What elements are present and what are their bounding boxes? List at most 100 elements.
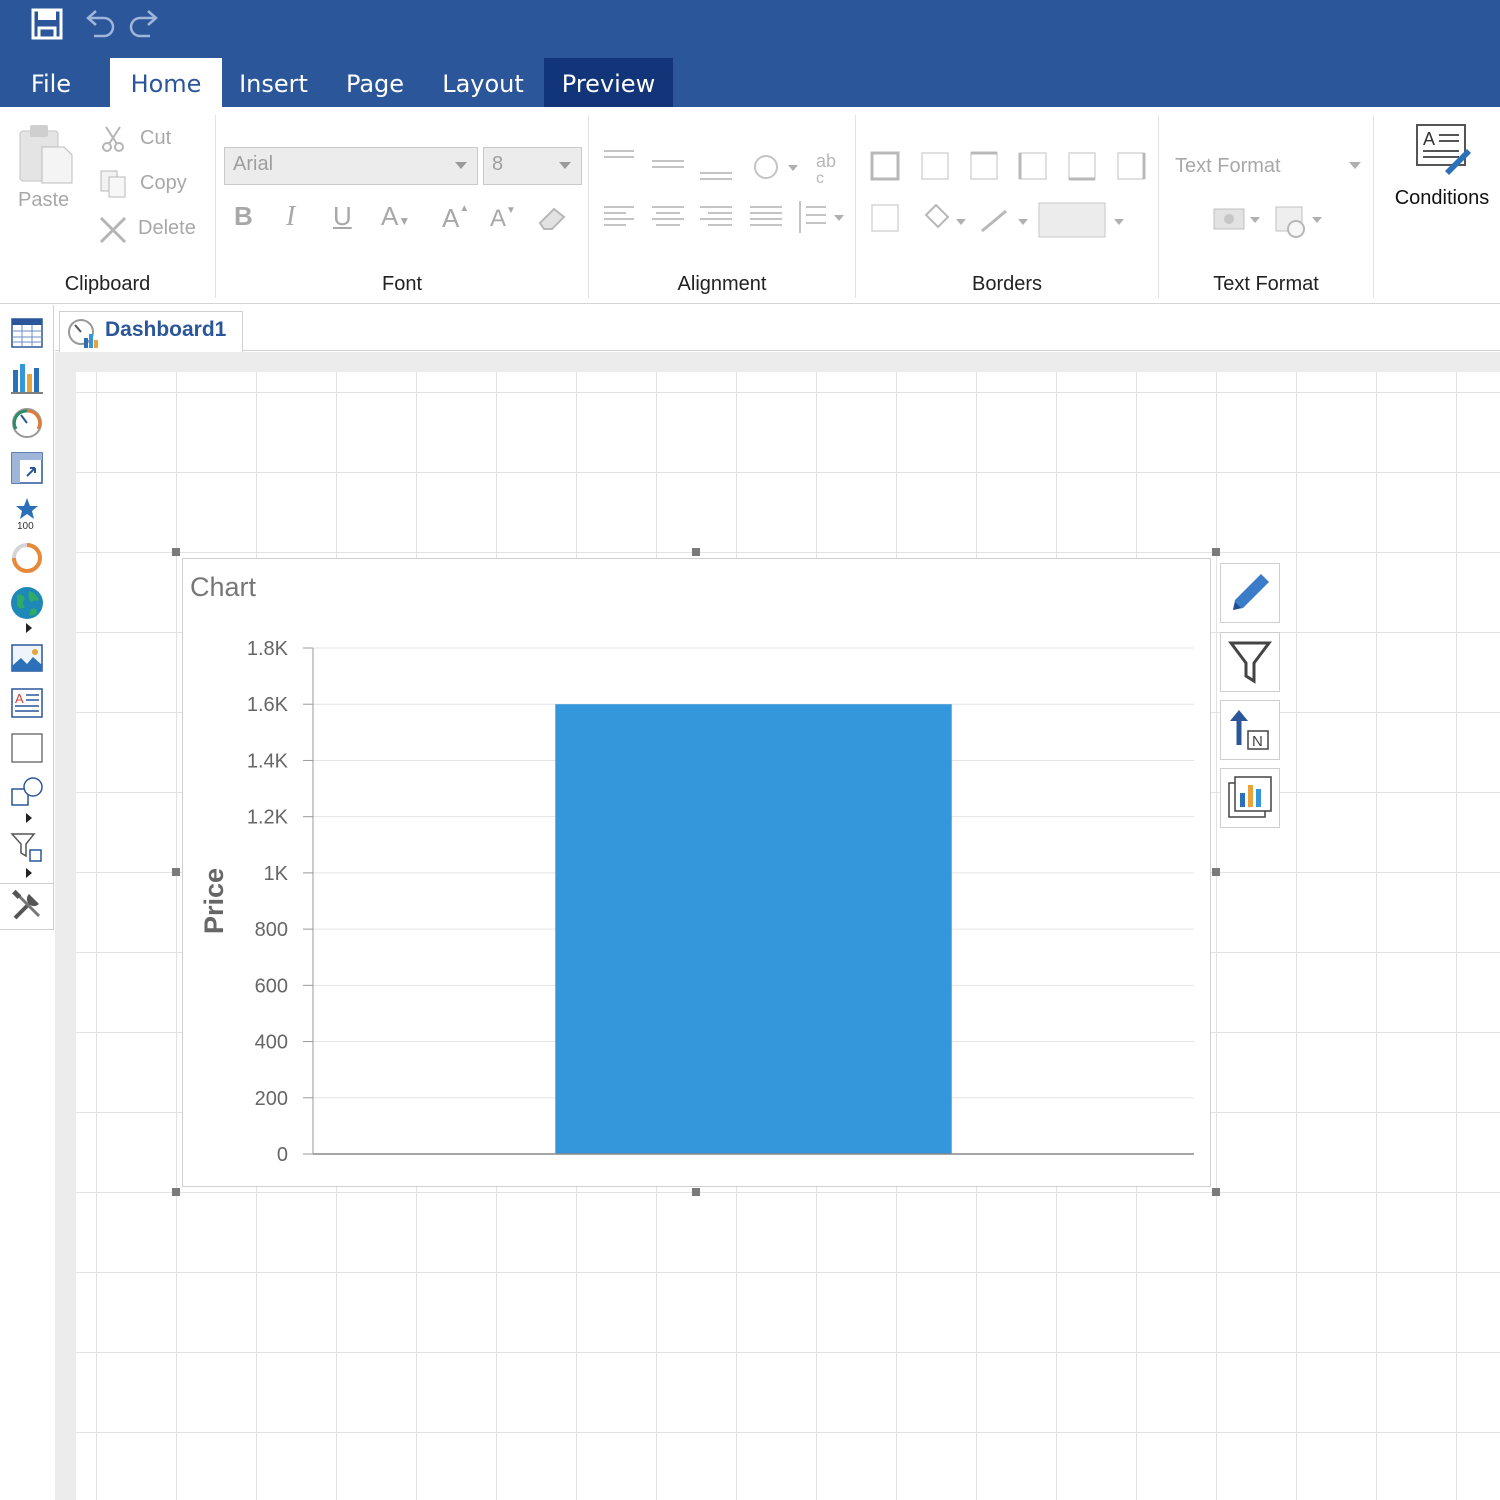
resize-handle[interactable] xyxy=(692,548,700,556)
copy-icon[interactable] xyxy=(99,169,129,199)
tab-file[interactable]: File xyxy=(12,58,90,107)
font-size-value: 8 xyxy=(492,153,504,175)
chevron-down-icon xyxy=(455,162,467,169)
group-separator xyxy=(215,115,216,298)
conditions-label[interactable]: Conditions xyxy=(1374,187,1500,210)
tab-layout[interactable]: Layout xyxy=(430,58,536,107)
toolbox: 100 A xyxy=(0,305,54,930)
undo-icon[interactable] xyxy=(80,6,116,42)
resize-handle[interactable] xyxy=(172,548,180,556)
italic-icon[interactable]: I xyxy=(286,201,295,233)
font-group-label: Font xyxy=(381,273,423,295)
pencil-icon xyxy=(1233,574,1269,610)
chart-widget-icon[interactable] xyxy=(9,360,45,396)
top-n-icon: N xyxy=(1230,710,1269,750)
group-separator xyxy=(588,115,589,298)
font-family-select[interactable]: Arial xyxy=(224,147,478,185)
svg-text:N: N xyxy=(1252,733,1263,750)
underline-icon[interactable]: U xyxy=(333,201,352,232)
text-widget-icon[interactable]: A xyxy=(9,685,45,721)
panel-widget-icon[interactable] xyxy=(9,730,45,766)
chart-plot: 0 200 400 600 800 1K 1.2K 1.4K 1.6K 1.8K Price xyxy=(199,638,1194,1166)
y-tick-label: 1.4K xyxy=(247,750,289,772)
format-currency-icon[interactable] xyxy=(1210,203,1264,237)
tab-page[interactable]: Page xyxy=(330,58,420,107)
shapes-widget-icon[interactable] xyxy=(9,775,45,811)
bold-icon[interactable]: B xyxy=(234,201,253,232)
resize-handle[interactable] xyxy=(1212,548,1220,556)
resize-handle[interactable] xyxy=(692,1188,700,1196)
delete-label[interactable]: Delete xyxy=(138,217,196,240)
conditions-icon[interactable]: A xyxy=(1413,121,1475,177)
delete-icon[interactable] xyxy=(98,215,128,245)
redo-icon[interactable] xyxy=(128,6,164,42)
save-icon[interactable] xyxy=(29,6,65,42)
indicator-widget-icon[interactable]: 100 xyxy=(9,495,45,531)
document-tab-bar: Dashboard1 xyxy=(55,305,1500,352)
expand-caret-icon[interactable] xyxy=(26,813,32,823)
cut-icon[interactable] xyxy=(100,125,128,153)
alignment-icons[interactable]: ab c xyxy=(600,147,850,237)
paste-label[interactable]: Paste xyxy=(18,189,69,212)
border-icons[interactable] xyxy=(868,149,1150,239)
y-axis-label: Price xyxy=(199,868,229,934)
filter-widget-button[interactable] xyxy=(1220,632,1280,692)
tab-preview[interactable]: Preview xyxy=(544,58,673,107)
chevron-down-icon xyxy=(559,162,571,169)
tab-dashboard1[interactable]: Dashboard1 xyxy=(59,311,243,352)
svg-text:100: 100 xyxy=(17,521,34,531)
tab-insert[interactable]: Insert xyxy=(226,58,321,107)
y-tick-label: 600 xyxy=(255,975,288,997)
ribbon: Paste Cut Copy Delete Clipboard Arial 8 … xyxy=(0,107,1500,304)
font-color-icon[interactable]: A▼ xyxy=(381,201,410,232)
svg-text:c: c xyxy=(816,170,824,187)
filter-elements-icon[interactable] xyxy=(9,830,45,866)
text-format-group-label: Text Format xyxy=(1213,273,1319,295)
expand-caret-icon[interactable] xyxy=(26,623,32,633)
y-tick-label: 1.6K xyxy=(247,694,289,716)
resize-handle[interactable] xyxy=(1212,868,1220,876)
resize-handle[interactable] xyxy=(172,1188,180,1196)
progress-widget-icon[interactable] xyxy=(9,540,45,576)
y-tick-label: 1.2K xyxy=(247,807,289,829)
y-tick-label: 200 xyxy=(255,1088,288,1110)
grow-font-icon[interactable]: A▲ xyxy=(442,203,469,234)
resize-handle[interactable] xyxy=(172,868,180,876)
y-tick-label: 1K xyxy=(264,863,289,885)
text-format-dropdown[interactable]: Text Format xyxy=(1175,155,1281,178)
borders-group-label: Borders xyxy=(971,273,1043,295)
alignment-group-label: Alignment xyxy=(677,273,767,295)
document-tab-label: Dashboard1 xyxy=(105,318,227,341)
bar[interactable] xyxy=(555,704,952,1154)
change-chart-type-button[interactable] xyxy=(1220,768,1280,828)
copy-label[interactable]: Copy xyxy=(140,172,187,195)
resize-handle[interactable] xyxy=(1212,1188,1220,1196)
image-widget-icon[interactable] xyxy=(9,640,45,676)
title-bar: File Home Insert Page Layout Preview xyxy=(0,0,1500,107)
svg-text:A: A xyxy=(1423,129,1435,149)
chevron-down-icon[interactable] xyxy=(1348,161,1362,171)
y-tick-label: 400 xyxy=(255,1032,288,1054)
tools-icon[interactable] xyxy=(9,888,45,924)
cut-label[interactable]: Cut xyxy=(140,127,171,150)
font-size-select[interactable]: 8 xyxy=(483,147,582,185)
top-n-button[interactable]: N xyxy=(1220,700,1280,760)
grid-widget-icon[interactable] xyxy=(9,315,45,351)
pivot-widget-icon[interactable] xyxy=(9,450,45,486)
eraser-icon[interactable] xyxy=(536,203,570,233)
expand-caret-icon[interactable] xyxy=(26,868,32,878)
toolbox-divider xyxy=(0,883,53,884)
clipboard-group-label: Clipboard xyxy=(64,273,151,295)
chart-type-icon xyxy=(1228,776,1272,818)
y-tick-label: 0 xyxy=(277,1144,288,1166)
y-tick-label: 1.8K xyxy=(247,638,289,660)
tab-home[interactable]: Home xyxy=(110,58,222,107)
shrink-font-icon[interactable]: A▼ xyxy=(490,205,516,233)
paste-icon[interactable] xyxy=(16,121,76,187)
format-datetime-icon[interactable] xyxy=(1272,203,1326,239)
filter-icon xyxy=(1228,641,1272,684)
gauge-widget-icon[interactable] xyxy=(9,405,45,441)
dashboard-icon xyxy=(68,319,98,348)
edit-widget-button[interactable] xyxy=(1220,563,1280,623)
map-widget-icon[interactable] xyxy=(9,585,45,621)
